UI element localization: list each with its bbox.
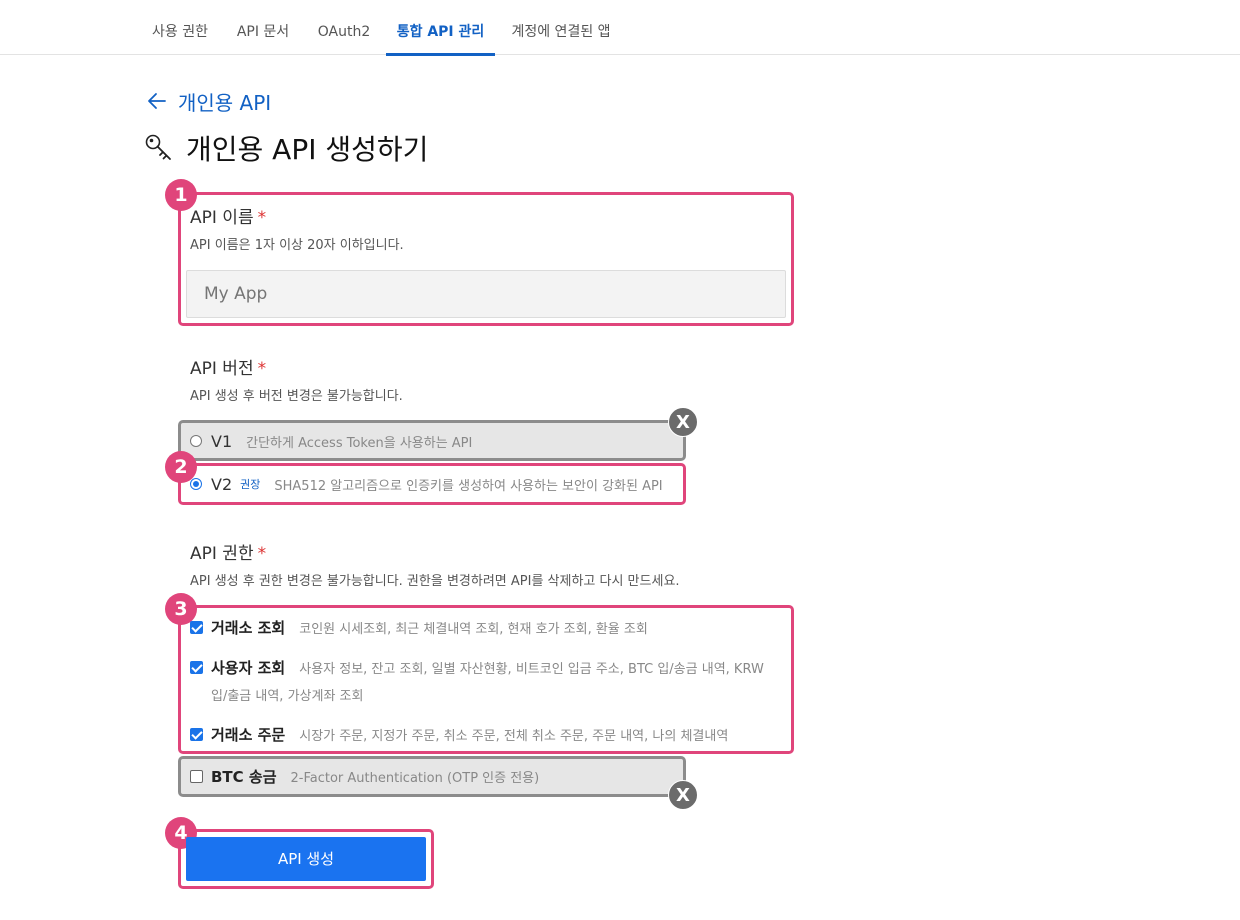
checkbox-exchange-query[interactable] <box>190 620 203 634</box>
api-version-label-text: API 버전 <box>190 359 254 379</box>
api-permission-description: API 생성 후 권한 변경은 불가능합니다. 권한을 변경하려면 API를 삭… <box>190 574 680 589</box>
tab-integrated-api[interactable]: 통합 API 관리 <box>386 0 495 56</box>
checkbox-user-query[interactable] <box>190 660 203 674</box>
back-link[interactable]: 개인용 API <box>146 86 271 116</box>
permission-description: 사용자 정보, 잔고 조회, 일별 자산현황, 비트코인 입금 주소, BTC … <box>299 661 764 677</box>
annotation-cross-btc: X <box>668 780 698 810</box>
option-name: V2 <box>211 474 233 494</box>
required-mark: * <box>257 208 267 228</box>
tab-api-docs[interactable]: API 문서 <box>232 0 294 55</box>
recommended-tag: 권장 <box>240 478 261 491</box>
api-name-description: API 이름은 1자 이상 20자 이하입니다. <box>190 238 404 253</box>
option-description: SHA512 알고리즘으로 인증키를 생성하여 사용하는 보안이 강화된 API <box>274 478 663 494</box>
annotation-cross-v1: X <box>668 407 698 437</box>
page-title: 개인용 API 생성하기 <box>186 133 429 166</box>
radio-v1[interactable] <box>190 435 202 447</box>
api-permission-label: API 권한 * <box>190 539 266 564</box>
permission-description: 시장가 주문, 지정가 주문, 취소 주문, 전체 취소 주문, 주문 내역, … <box>299 728 729 744</box>
api-version-description: API 생성 후 버전 변경은 불가능합니다. <box>190 389 403 404</box>
version-option-v1[interactable]: V1 간단하게 Access Token을 사용하는 API <box>190 429 472 453</box>
key-icon <box>145 134 171 160</box>
create-api-button[interactable]: API 생성 <box>186 837 426 881</box>
arrow-left-icon <box>148 93 166 109</box>
permission-name: 거래소 조회 <box>211 618 286 637</box>
permission-name: 거래소 주문 <box>211 725 286 744</box>
tab-oauth2[interactable]: OAuth2 <box>313 0 375 55</box>
checkbox-btc-transfer[interactable] <box>190 769 203 783</box>
page-header: 개인용 API 생성하기 <box>144 128 428 168</box>
permission-item-exchange-query[interactable]: 거래소 조회 코인원 시세조회, 최근 체결내역 조회, 현재 호가 조회, 환… <box>190 616 648 638</box>
checkbox-exchange-order[interactable] <box>190 727 203 741</box>
radio-v2[interactable] <box>190 478 202 490</box>
option-name: V1 <box>211 431 233 451</box>
required-mark: * <box>257 544 267 564</box>
api-name-label: API 이름 * <box>190 203 266 228</box>
api-permission-label-text: API 권한 <box>190 544 254 564</box>
permission-description-continued: 입/출금 내역, 가상계좌 조회 <box>211 689 364 704</box>
tab-permissions[interactable]: 사용 권한 <box>148 0 212 55</box>
permission-name: 사용자 조회 <box>211 658 286 677</box>
permission-description: 코인원 시세조회, 최근 체결내역 조회, 현재 호가 조회, 환율 조회 <box>299 621 648 637</box>
option-description: 간단하게 Access Token을 사용하는 API <box>246 435 473 451</box>
version-option-v2[interactable]: V2 권장 SHA512 알고리즘으로 인증키를 생성하여 사용하는 보안이 강… <box>190 472 663 496</box>
back-link-label: 개인용 API <box>178 90 272 115</box>
top-tab-bar: 사용 권한 API 문서 OAuth2 통합 API 관리 계정에 연결된 앱 <box>0 0 1240 56</box>
permission-description: 2-Factor Authentication (OTP 인증 전용) <box>290 770 540 786</box>
permission-item-btc-transfer[interactable]: BTC 송금 2-Factor Authentication (OTP 인증 전… <box>190 765 539 787</box>
api-version-label: API 버전 * <box>190 354 266 379</box>
permission-item-exchange-order[interactable]: 거래소 주문 시장가 주문, 지정가 주문, 취소 주문, 전체 취소 주문, … <box>190 723 728 745</box>
api-name-input[interactable] <box>186 270 786 318</box>
permission-name: BTC 송금 <box>211 767 277 786</box>
required-mark: * <box>257 359 267 379</box>
api-name-label-text: API 이름 <box>190 208 254 228</box>
tab-connected-apps[interactable]: 계정에 연결된 앱 <box>507 0 615 55</box>
permission-item-user-query[interactable]: 사용자 조회 사용자 정보, 잔고 조회, 일별 자산현황, 비트코인 입금 주… <box>190 656 764 678</box>
